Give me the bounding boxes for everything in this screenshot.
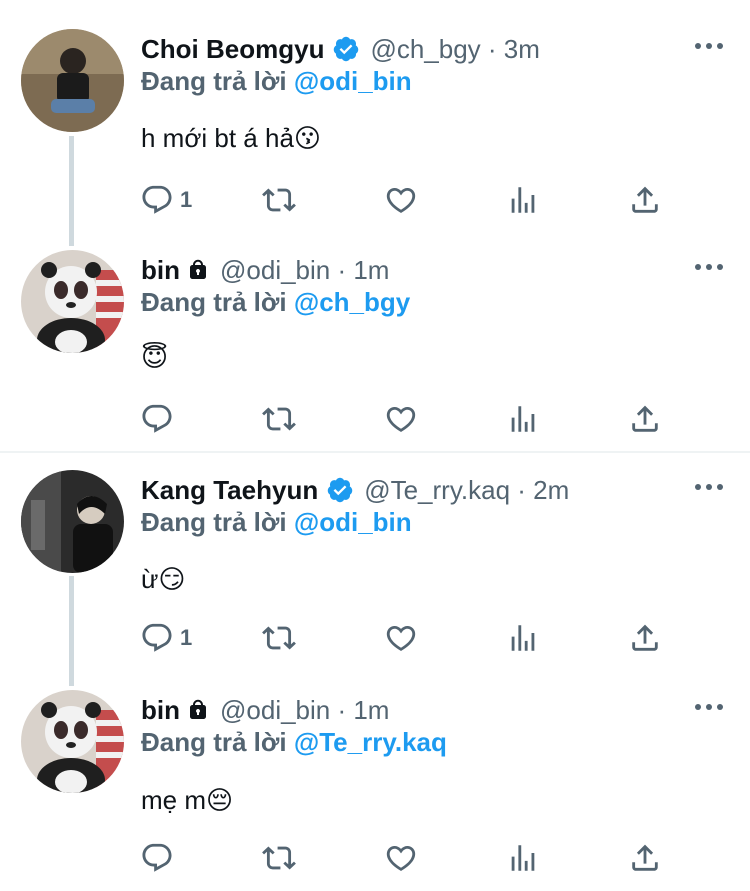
replying-to-label: Đang trả lời <box>141 507 287 537</box>
replying-to-handle[interactable]: @odi_bin <box>294 66 412 96</box>
retweet-button[interactable] <box>262 399 296 439</box>
handle-and-time[interactable]: @ch_bgy · 3m <box>370 34 539 65</box>
replying-to-handle[interactable]: @Te_rry.kaq <box>294 727 447 757</box>
retweet-icon <box>262 407 296 431</box>
share-icon <box>632 844 658 871</box>
more-options-icon[interactable] <box>695 41 723 51</box>
retweet-icon <box>262 626 296 650</box>
replying-to-handle[interactable]: @odi_bin <box>294 507 412 537</box>
share-button[interactable] <box>628 838 662 878</box>
avatar[interactable] <box>21 250 124 353</box>
retweet-button[interactable] <box>262 618 296 658</box>
replying-to-label: Đang trả lời <box>141 287 287 317</box>
reply-icon <box>142 843 172 872</box>
avatar[interactable] <box>21 470 124 573</box>
display-name[interactable]: bin <box>141 695 180 726</box>
analytics-button[interactable] <box>506 399 540 439</box>
replying-to: Đang trả lời @Te_rry.kaq <box>141 727 447 758</box>
tweet-text: mẹ m😔 <box>141 785 234 815</box>
analytics-button[interactable] <box>506 838 540 878</box>
tweet-actions <box>0 399 750 439</box>
retweet-icon <box>262 188 296 212</box>
reply-icon <box>142 404 172 433</box>
tweet[interactable]: bin @odi_bin · 1m Đang trả lời @Te_rry.k… <box>0 686 750 891</box>
retweet-icon <box>262 846 296 870</box>
like-icon <box>386 625 416 651</box>
reply-icon <box>142 185 172 214</box>
display-name[interactable]: Kang Taehyun <box>141 475 318 506</box>
lock-icon <box>190 699 206 719</box>
handle-and-time[interactable]: @odi_bin · 1m <box>220 255 389 286</box>
analytics-icon <box>511 845 535 871</box>
like-button[interactable] <box>384 838 418 878</box>
share-button[interactable] <box>628 618 662 658</box>
handle-and-time[interactable]: @odi_bin · 1m <box>220 695 389 726</box>
replying-to: Đang trả lời @odi_bin <box>141 66 412 97</box>
reply-button[interactable] <box>140 399 180 439</box>
analytics-icon <box>511 187 535 213</box>
avatar[interactable] <box>21 690 124 793</box>
share-icon <box>632 186 658 213</box>
tweet-actions: 1 <box>0 180 750 220</box>
like-button[interactable] <box>384 618 418 658</box>
reply-icon <box>142 623 172 652</box>
analytics-button[interactable] <box>506 180 540 220</box>
like-icon <box>386 845 416 871</box>
share-icon <box>632 405 658 432</box>
replying-to: Đang trả lời @odi_bin <box>141 507 412 538</box>
like-icon <box>386 406 416 432</box>
tweet-text: ừ😏 <box>141 564 186 594</box>
retweet-button[interactable] <box>262 838 296 878</box>
tweet-text: h mới bt á hả😗 <box>141 123 322 153</box>
more-options-icon[interactable] <box>695 482 723 492</box>
verified-badge-icon <box>334 36 359 62</box>
more-options-icon[interactable] <box>695 702 723 712</box>
reply-button[interactable] <box>140 838 180 878</box>
verified-badge-icon <box>327 477 353 503</box>
reply-button[interactable]: 1 <box>140 618 192 658</box>
share-icon <box>632 624 658 651</box>
tweet-actions: 1 <box>0 618 750 658</box>
thread-divider <box>0 451 750 453</box>
tweet[interactable]: bin @odi_bin · 1m Đang trả lời @ch_bgy 😇 <box>0 246 750 451</box>
reply-count: 1 <box>180 625 193 650</box>
replying-to-label: Đang trả lời <box>141 727 287 757</box>
like-button[interactable] <box>384 399 418 439</box>
display-name[interactable]: bin <box>141 255 180 286</box>
analytics-icon <box>511 406 535 432</box>
avatar[interactable] <box>21 29 124 132</box>
tweet-actions <box>0 838 750 878</box>
replying-to: Đang trả lời @ch_bgy <box>141 287 410 318</box>
handle-and-time[interactable]: @Te_rry.kaq · 2m <box>364 475 569 506</box>
replying-to-handle[interactable]: @ch_bgy <box>294 287 410 317</box>
tweet-text: 😇 <box>141 342 169 372</box>
like-icon <box>386 187 416 213</box>
like-button[interactable] <box>384 180 418 220</box>
reply-button[interactable]: 1 <box>140 180 192 220</box>
replying-to-label: Đang trả lời <box>141 66 287 96</box>
display-name[interactable]: Choi Beomgyu <box>141 34 324 65</box>
reply-count: 1 <box>180 187 193 212</box>
retweet-button[interactable] <box>262 180 296 220</box>
tweet[interactable]: Choi Beomgyu @ch_bgy · 3m Đang trả lời @… <box>0 0 750 230</box>
more-options-icon[interactable] <box>695 262 723 272</box>
analytics-icon <box>511 625 535 651</box>
analytics-button[interactable] <box>506 618 540 658</box>
share-button[interactable] <box>628 180 662 220</box>
tweet[interactable]: Kang Taehyun @Te_rry.kaq · 2m Đang trả l… <box>0 470 750 686</box>
lock-icon <box>190 259 206 279</box>
share-button[interactable] <box>628 399 662 439</box>
